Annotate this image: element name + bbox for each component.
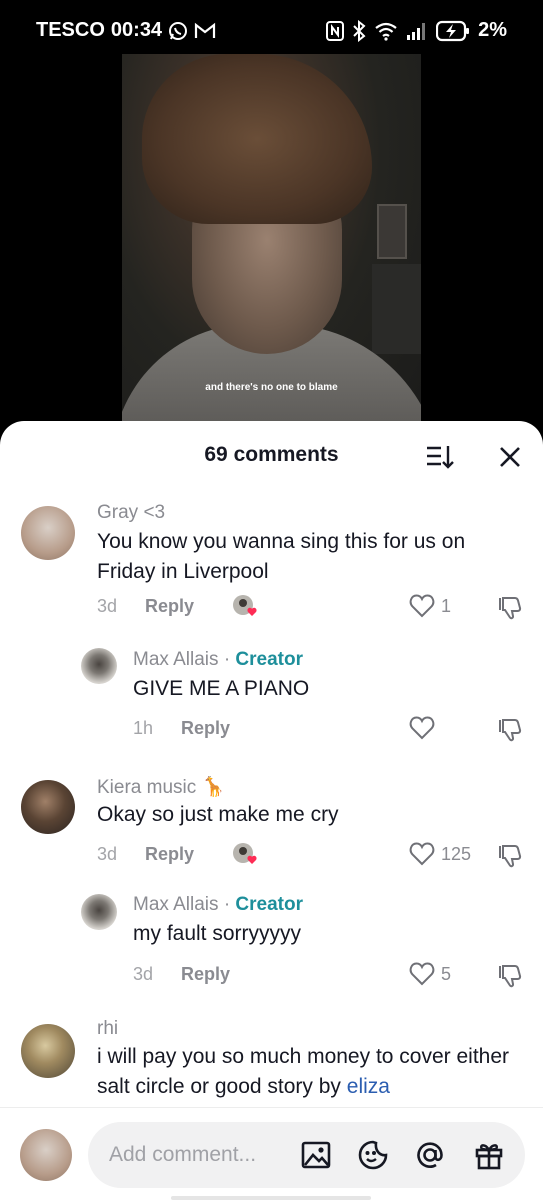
comments-count-title: 69 comments <box>204 443 339 466</box>
video-caption: and there's no one to blame <box>205 382 338 393</box>
comment-meta: 3d Reply <box>133 964 230 985</box>
mention-link[interactable]: eliza <box>347 1075 390 1098</box>
comment-input-placeholder: Add comment... <box>109 1143 257 1166</box>
video-person-hair <box>142 54 372 224</box>
battery-charging-icon <box>436 20 470 42</box>
like-count: 5 <box>441 963 452 984</box>
heart-icon <box>409 716 435 740</box>
like-button[interactable]: 125 <box>409 842 471 866</box>
heart-icon <box>409 594 435 618</box>
dislike-icon <box>499 965 522 988</box>
comment-text: GIVE ME A PIANO <box>133 677 310 700</box>
video-background-frame <box>377 204 407 259</box>
sticker-icon[interactable] <box>357 1139 389 1171</box>
comment-author[interactable]: Max Allais <box>133 894 219 915</box>
battery-percent: 2% <box>478 19 507 41</box>
comment-meta: 3d Reply <box>97 596 194 617</box>
comment-author[interactable]: rhi <box>97 1018 118 1040</box>
close-button[interactable] <box>496 443 524 471</box>
like-button[interactable] <box>409 716 441 740</box>
creator-badge: Creator <box>235 649 303 670</box>
bluetooth-icon <box>352 19 366 42</box>
dislike-icon <box>499 597 522 620</box>
comment-meta: 1h Reply <box>133 718 230 739</box>
video-player[interactable]: and there's no one to blame <box>122 54 421 430</box>
avatar[interactable] <box>81 894 117 930</box>
clock: 00:34 <box>110 19 163 41</box>
carrier-label: TESCO <box>36 19 105 41</box>
home-indicator[interactable] <box>171 1196 371 1200</box>
sort-icon <box>427 446 454 469</box>
like-button[interactable]: 5 <box>409 962 451 986</box>
like-button[interactable]: 1 <box>409 594 451 618</box>
video-background-door <box>372 264 421 354</box>
heart-icon <box>409 962 435 986</box>
creator-liked-badge <box>232 842 260 868</box>
comment-author[interactable]: Gray <3 <box>97 502 165 524</box>
avatar[interactable] <box>21 780 75 834</box>
whatsapp-icon <box>168 20 188 42</box>
separator-dot: · <box>223 894 231 915</box>
comment-input-bar: Add comment... <box>0 1107 543 1200</box>
like-count: 125 <box>441 843 472 864</box>
comment-age: 1h <box>133 718 154 738</box>
avatar[interactable] <box>81 648 117 684</box>
dislike-button[interactable] <box>497 963 523 989</box>
avatar[interactable] <box>21 1024 75 1078</box>
comment-age: 3d <box>133 964 154 984</box>
separator-dot: · <box>223 649 231 670</box>
signal-icon <box>406 20 428 42</box>
dislike-button[interactable] <box>497 717 523 743</box>
comment-author-line: Kiera music 🦒 <box>97 775 225 799</box>
comment-text: i will pay you so much money to cover ei… <box>97 1045 510 1098</box>
creator-badge: Creator <box>235 894 303 915</box>
heart-icon <box>409 842 435 866</box>
dislike-button[interactable] <box>497 843 523 869</box>
dislike-icon <box>499 845 522 868</box>
avatar[interactable] <box>21 506 75 560</box>
comment-author[interactable]: Max Allais <box>133 649 219 670</box>
reply-button[interactable]: Reply <box>145 596 194 617</box>
reply-button[interactable]: Reply <box>181 718 230 739</box>
user-avatar[interactable] <box>20 1129 72 1181</box>
comments-sheet: 69 comments Gray <3 You know you wanna s… <box>0 421 543 1200</box>
nfc-icon <box>326 20 345 42</box>
comment-text-block: i will pay you so much money to cover ei… <box>97 1042 517 1102</box>
dislike-button[interactable] <box>497 595 523 621</box>
reply-button[interactable]: Reply <box>181 964 230 985</box>
comment-author-line: Max Allais · Creator <box>133 894 303 916</box>
reply-button[interactable]: Reply <box>145 844 194 865</box>
like-count: 1 <box>441 595 452 616</box>
comment-age: 3d <box>97 596 118 616</box>
comment-meta: 3d Reply <box>97 844 194 865</box>
wifi-icon <box>374 20 398 42</box>
status-bar: TESCO 00:34 2% <box>0 0 543 60</box>
comment-input[interactable]: Add comment... <box>88 1122 525 1188</box>
comment-author-line: Max Allais · Creator <box>133 649 303 671</box>
close-icon <box>500 447 520 467</box>
comment-text: my fault sorryyyyy <box>133 922 302 945</box>
dislike-icon <box>499 719 522 742</box>
comment-author[interactable]: Kiera music <box>97 777 196 798</box>
comment-age: 3d <box>97 844 118 864</box>
creator-liked-badge <box>232 594 260 620</box>
comments-header: 69 comments <box>0 421 543 489</box>
comment-text: Okay so just make me cry <box>97 803 339 826</box>
sort-button[interactable] <box>424 443 456 471</box>
comments-list[interactable]: Gray <3 You know you wanna sing this for… <box>0 489 543 1109</box>
gmail-icon <box>194 20 216 42</box>
gift-icon[interactable] <box>473 1139 505 1171</box>
giraffe-emoji: 🦒 <box>201 777 226 798</box>
mention-icon[interactable] <box>414 1139 446 1171</box>
comment-text: You know you wanna sing this for us on F… <box>97 530 466 583</box>
image-icon[interactable] <box>300 1139 332 1171</box>
